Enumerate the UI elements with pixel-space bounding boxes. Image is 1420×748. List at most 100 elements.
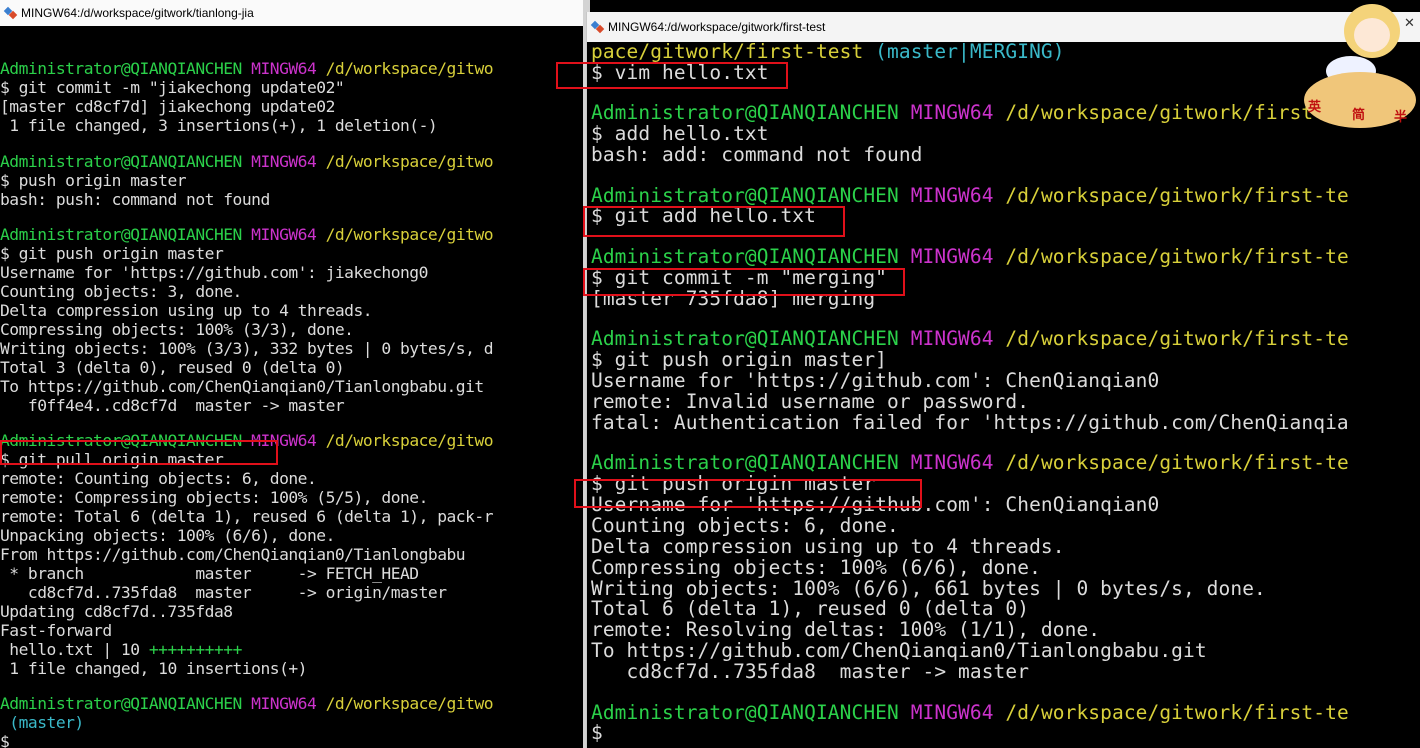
terminal-line: Administrator@QIANQIANCHEN MINGW64 /d/wo…	[591, 183, 1420, 207]
terminal-line: Administrator@QIANQIANCHEN MINGW64 /d/wo…	[591, 451, 1420, 475]
terminal-text: $	[0, 732, 10, 748]
terminal-text: /d/workspace/gitwork/first-te	[1005, 451, 1349, 475]
terminal-text: remote: Invalid username or password.	[591, 389, 1030, 413]
terminal-line: (master)	[0, 713, 590, 732]
close-icon[interactable]: ✕	[1404, 16, 1415, 31]
terminal-text: (master|MERGING)	[875, 42, 1065, 63]
terminal-line: * branch master -> FETCH_HEAD	[0, 564, 590, 583]
terminal-text: bash: push: command not found	[0, 189, 270, 209]
terminal-line: 1 file changed, 3 insertions(+), 1 delet…	[0, 116, 590, 135]
terminal-line: Updating cd8cf7d..735fda8	[0, 602, 590, 621]
terminal-text: Administrator@QIANQIANCHEN	[591, 451, 899, 475]
terminal-line: remote: Counting objects: 6, done.	[0, 469, 590, 488]
terminal-line: Total 3 (delta 0), reused 0 (delta 0)	[0, 358, 590, 377]
terminal-text: $ git push origin master]	[591, 347, 887, 371]
terminal-line: 1 file changed, 10 insertions(+)	[0, 659, 590, 678]
ime-charset-label[interactable]: 简	[1352, 104, 1365, 123]
terminal-line: cd8cf7d..735fda8 master -> master	[591, 661, 1420, 683]
terminal-line: To https://github.com/ChenQianqian0/Tian…	[0, 377, 590, 396]
terminal-line: $ git add hello.txt	[591, 204, 1420, 228]
terminal-text: $ git add hello.txt	[591, 204, 816, 228]
left-window-titlebar[interactable]: MINGW64:/d/workspace/gitwork/tianlong-ji…	[0, 0, 590, 26]
terminal-text: /d/workspace/gitwo	[325, 694, 494, 714]
terminal-text: hello.txt | 10	[0, 640, 149, 660]
mingw-app-icon	[3, 6, 18, 20]
terminal-text: MINGW64	[251, 694, 317, 714]
terminal-line: remote: Resolving deltas: 100% (1/1), do…	[591, 618, 1420, 642]
terminal-line: Administrator@QIANQIANCHEN MINGW64 /d/wo…	[0, 59, 590, 78]
right-terminal-output[interactable]: pace/gitwork/first-test (master|MERGING)…	[587, 42, 1420, 748]
left-terminal-output[interactable]: Administrator@QIANQIANCHEN MINGW64 /d/wo…	[0, 26, 590, 748]
terminal-text: $ git push origin master	[591, 472, 876, 495]
right-terminal-window[interactable]: MINGW64:/d/workspace/gitwork/first-test …	[586, 12, 1420, 748]
terminal-text: fatal: Authentication failed for 'https:…	[591, 410, 1349, 434]
terminal-text: $ git push origin master	[0, 243, 224, 263]
terminal-line: Delta compression using up to 4 threads.	[0, 301, 590, 320]
terminal-text: Administrator@QIANQIANCHEN	[591, 700, 899, 724]
terminal-text: f0ff4e4..cd8cf7d master -> master	[0, 395, 345, 415]
terminal-text: MINGW64	[251, 224, 317, 244]
terminal-text: $ git commit -m "jiakechong update02"	[0, 78, 345, 98]
terminal-line: Administrator@QIANQIANCHEN MINGW64 /d/wo…	[0, 431, 590, 450]
terminal-text: 1 file changed, 10 insertions(+)	[0, 659, 307, 679]
terminal-line: Username for 'https://github.com': ChenQ…	[591, 368, 1420, 392]
terminal-line: Administrator@QIANQIANCHEN MINGW64 /d/wo…	[591, 327, 1420, 351]
terminal-line: $	[591, 723, 1420, 744]
terminal-text: /d/workspace/gitwo	[325, 151, 494, 171]
terminal-line: [master cd8cf7d] jiakechong update02	[0, 97, 590, 116]
terminal-text: /d/workspace/gitwork/first-te	[1005, 327, 1349, 351]
terminal-text: * branch master -> FETCH_HEAD	[0, 564, 419, 584]
terminal-text: Administrator@QIANQIANCHEN	[591, 244, 899, 268]
terminal-text: Delta compression using up to 4 threads.	[0, 300, 373, 320]
terminal-line: remote: Total 6 (delta 1), reused 6 (del…	[0, 507, 590, 526]
terminal-line: Counting objects: 3, done.	[0, 282, 590, 301]
terminal-text: $ git commit -m "merging"	[591, 265, 887, 289]
terminal-line: $ git pull origin master	[0, 450, 590, 469]
terminal-text: $	[591, 721, 603, 745]
terminal-text: remote: Compressing objects: 100% (5/5),…	[0, 488, 428, 508]
terminal-line: fatal: Authentication failed for 'https:…	[591, 410, 1420, 434]
terminal-text: remote: Resolving deltas: 100% (1/1), do…	[591, 618, 1101, 642]
terminal-text: cd8cf7d..735fda8 master -> origin/master	[0, 583, 447, 603]
terminal-text: $ push origin master	[0, 170, 187, 190]
terminal-text: Username for 'https://github.com': ChenQ…	[591, 368, 1160, 392]
terminal-line: Fast-forward	[0, 621, 590, 640]
ime-width-label[interactable]: 半	[1394, 106, 1407, 125]
terminal-line: From https://github.com/ChenQianqian0/Ti…	[0, 545, 590, 564]
ime-mascot-widget[interactable]: 英 简 半	[1296, 0, 1420, 134]
terminal-text: Total 6 (delta 1), reused 0 (delta 0)	[591, 597, 1030, 621]
left-terminal-window[interactable]: MINGW64:/d/workspace/gitwork/tianlong-ji…	[0, 0, 590, 748]
mingw-app-icon	[590, 20, 605, 34]
terminal-text: Administrator@QIANQIANCHEN	[0, 151, 242, 171]
ime-lang-label[interactable]: 英	[1308, 96, 1321, 115]
terminal-line: Administrator@QIANQIANCHEN MINGW64 /d/wo…	[0, 694, 590, 713]
terminal-text: Administrator@QIANQIANCHEN	[0, 59, 242, 79]
terminal-text: MINGW64	[251, 59, 317, 79]
terminal-text: Administrator@QIANQIANCHEN	[591, 327, 899, 351]
terminal-text: /d/workspace/gitwork/first-te	[1005, 183, 1349, 207]
terminal-text: Administrator@QIANQIANCHEN	[0, 431, 242, 451]
terminal-text: Administrator@QIANQIANCHEN	[591, 101, 899, 125]
terminal-line: [master 735fda8] merging	[591, 288, 1420, 310]
terminal-line: Writing objects: 100% (6/6), 661 bytes |…	[591, 578, 1420, 600]
terminal-text: pace/gitwork/first-test	[591, 42, 864, 63]
terminal-text: Fast-forward	[0, 621, 112, 641]
